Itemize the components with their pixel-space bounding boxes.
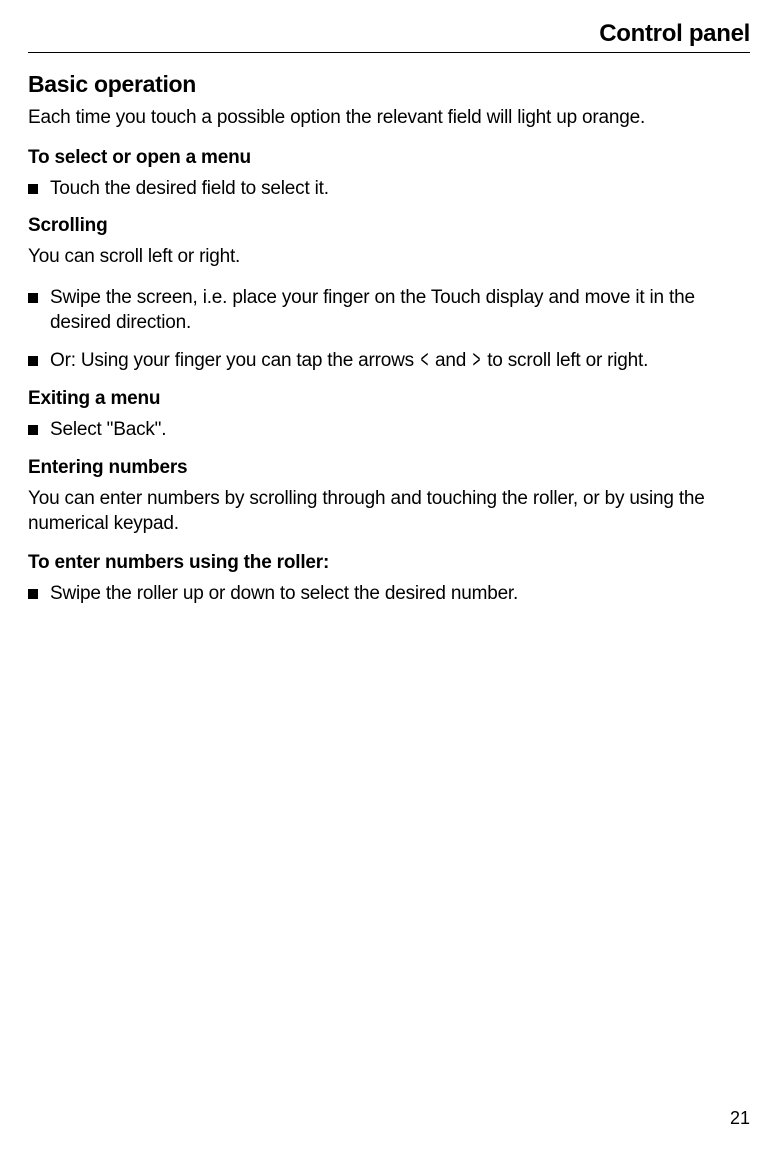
page-number: 21	[730, 1108, 750, 1129]
paragraph: You can enter numbers by scrolling throu…	[28, 487, 750, 536]
subheading: To select or open a menu	[28, 147, 750, 169]
bullet-text: Swipe the roller up or down to select th…	[50, 582, 750, 607]
subheading: Scrolling	[28, 215, 750, 237]
text-fragment: Or: Using your finger you can tap the ar…	[50, 350, 419, 371]
bullet-text: Touch the desired field to select it.	[50, 177, 750, 202]
intro-paragraph: Each time you touch a possible option th…	[28, 106, 750, 131]
bullet-item: Touch the desired field to select it.	[28, 177, 750, 202]
page: Control panel Basic operation Each time …	[0, 0, 768, 1149]
bullet-text: Or: Using your finger you can tap the ar…	[50, 349, 750, 374]
section-title: Basic operation	[28, 71, 750, 98]
bullet-item: Or: Using your finger you can tap the ar…	[28, 349, 750, 374]
subheading: Exiting a menu	[28, 388, 750, 410]
square-bullet-icon	[28, 184, 38, 194]
page-header: Control panel	[28, 20, 750, 53]
chevron-left-icon: <	[421, 346, 429, 378]
square-bullet-icon	[28, 589, 38, 599]
bullet-text: Select "Back".	[50, 418, 750, 443]
square-bullet-icon	[28, 425, 38, 435]
text-fragment: and	[430, 350, 471, 371]
bullet-item: Swipe the screen, i.e. place your finger…	[28, 286, 750, 335]
bullet-item: Select "Back".	[28, 418, 750, 443]
square-bullet-icon	[28, 356, 38, 366]
square-bullet-icon	[28, 293, 38, 303]
paragraph: You can scroll left or right.	[28, 245, 750, 270]
text-fragment: to scroll left or right.	[482, 350, 648, 371]
subheading: Entering numbers	[28, 457, 750, 479]
chevron-right-icon: >	[473, 346, 481, 378]
bullet-text: Swipe the screen, i.e. place your finger…	[50, 286, 750, 335]
bullet-item: Swipe the roller up or down to select th…	[28, 582, 750, 607]
subheading: To enter numbers using the roller:	[28, 552, 750, 574]
